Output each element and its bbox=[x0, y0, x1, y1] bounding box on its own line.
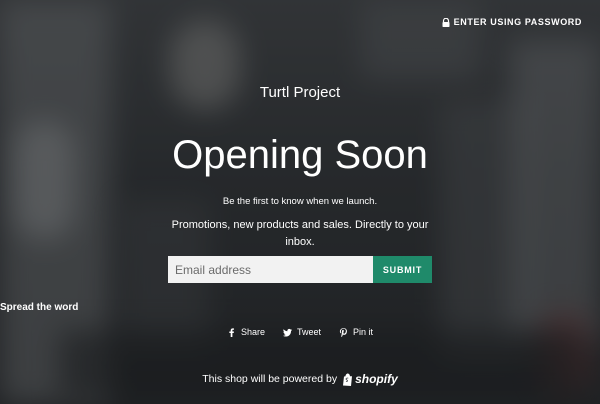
share-label: Share bbox=[240, 327, 265, 337]
share-facebook-link[interactable]: Share bbox=[227, 327, 265, 337]
page-title: Opening Soon bbox=[172, 133, 428, 177]
social-share-list: Share Tweet Pin it bbox=[0, 327, 600, 337]
tweet-label: Tweet bbox=[297, 327, 322, 337]
enter-using-password-link[interactable]: ENTER USING PASSWORD bbox=[442, 17, 582, 27]
facebook-icon bbox=[229, 327, 234, 337]
pinterest-icon bbox=[339, 327, 347, 337]
shopify-bag-icon bbox=[343, 373, 353, 386]
twitter-icon bbox=[283, 328, 292, 337]
powered-by-text: This shop will be powered by bbox=[202, 373, 338, 385]
store-name: Turtl Project bbox=[259, 84, 341, 101]
shopify-logo-link[interactable]: shopify bbox=[342, 372, 398, 386]
description: Promotions, new products and sales. Dire… bbox=[171, 219, 429, 248]
shopify-wordmark: shopify bbox=[355, 372, 398, 386]
submit-button[interactable]: SUBMIT bbox=[373, 256, 432, 283]
lock-icon bbox=[442, 17, 450, 27]
email-field[interactable] bbox=[168, 256, 373, 283]
share-pinterest-link[interactable]: Pin it bbox=[339, 327, 373, 337]
spread-the-word-heading: Spread the word bbox=[0, 302, 79, 313]
enter-using-password-label: ENTER USING PASSWORD bbox=[453, 17, 582, 27]
pin-it-label: Pin it bbox=[353, 327, 374, 337]
tagline: Be the first to know when we launch. bbox=[222, 196, 378, 207]
newsletter-form: SUBMIT bbox=[168, 256, 432, 283]
share-twitter-link[interactable]: Tweet bbox=[283, 327, 321, 337]
footer: This shop will be powered by shopify bbox=[0, 372, 600, 386]
